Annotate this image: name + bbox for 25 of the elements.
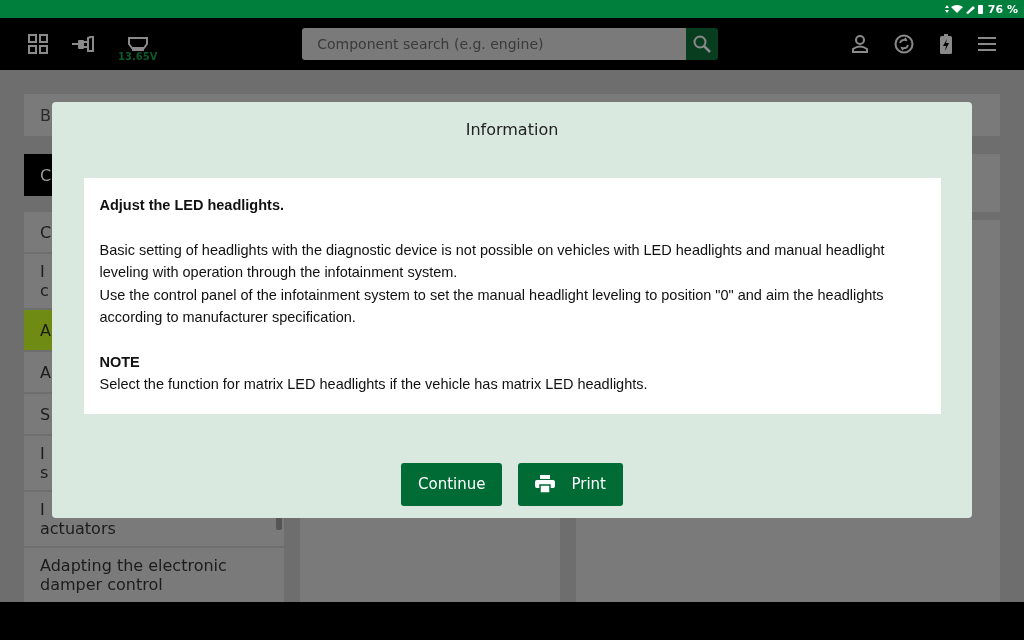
message-heading: Adjust the LED headlights.: [99, 196, 285, 215]
print-button[interactable]: Print: [518, 462, 623, 506]
voltage-reading: 13.65V: [118, 50, 158, 62]
car-battery-icon[interactable]: [127, 36, 148, 51]
printer-icon: [535, 475, 556, 493]
note-text: Select the function for matrix LED headlights if the vehicle has matrix LED headlights.: [99, 375, 649, 394]
list-header-text: C: [40, 165, 52, 185]
message-paragraph: Basic setting of headlights with the diagnostic device is not possible on vehicles with LED headlights and manual headlight leveling with operation through the infotainment system.: [99, 240, 886, 282]
note-label: NOTE: [99, 352, 141, 372]
function-list-item[interactable]: Adapting the electronic damper control: [24, 548, 284, 602]
continue-button[interactable]: Continue: [401, 462, 503, 506]
dialog-title: Information: [465, 120, 559, 141]
menu-icon[interactable]: [978, 37, 996, 51]
sync-icon[interactable]: [894, 34, 914, 54]
plug-icon[interactable]: [72, 36, 94, 52]
grid-icon[interactable]: [28, 34, 48, 54]
status-icons: [943, 4, 984, 14]
breadcrumb-text: B: [40, 105, 51, 125]
search-field[interactable]: Component search (e.g. engine): [302, 28, 686, 60]
message-paragraph: Use the control panel of the infotainment system to set the manual headlight leveling to position "0" and aim the headlights according to manufacturer specification.: [99, 285, 885, 327]
search-button[interactable]: [685, 28, 718, 60]
person-icon[interactable]: [852, 35, 868, 53]
battery-percent: 76 %: [987, 2, 1018, 16]
search-icon: [692, 35, 711, 53]
battery-icon[interactable]: [940, 34, 952, 54]
